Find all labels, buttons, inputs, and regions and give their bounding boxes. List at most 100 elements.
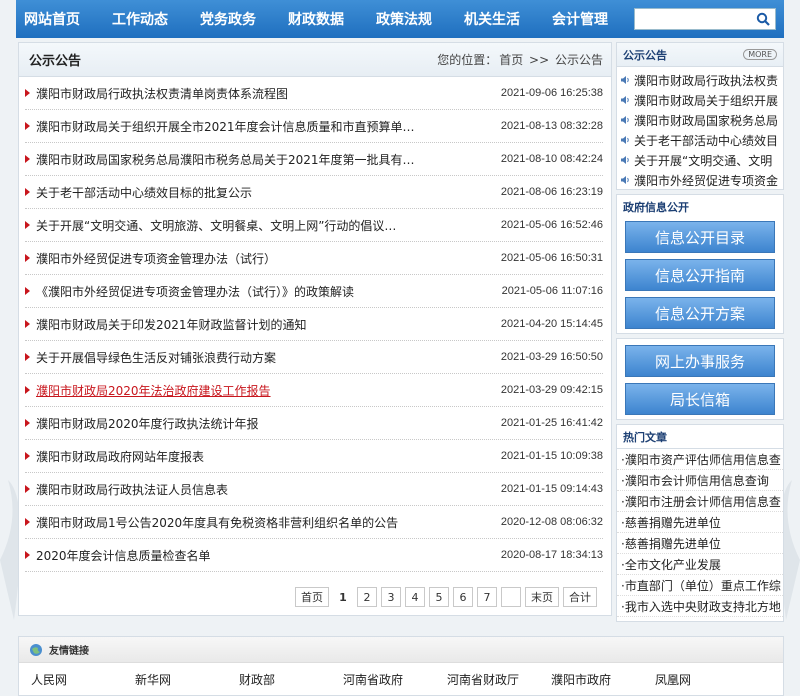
notice-item[interactable]: 关于开展“文明交通、文明	[621, 150, 779, 170]
list-item[interactable]: 濮阳市外经贸促进专项资金管理办法（试行） 2021-05-06 16:50:31	[25, 242, 603, 275]
hot-article-item[interactable]: ·濮阳市资产评估师信用信息查	[617, 449, 783, 470]
page-jump-input[interactable]	[501, 587, 521, 607]
nav-item[interactable]: 机关生活	[464, 9, 520, 29]
list-item-text[interactable]: 濮阳市财政局关于组织开展全市2021年度会计信息质量和市直预算单…	[36, 118, 415, 135]
hot-article-item[interactable]: ·慈善捐赠先进单位	[617, 512, 783, 533]
hot-article-item[interactable]: ·市直部门（单位）重点工作综	[617, 575, 783, 596]
service-button[interactable]: 局长信箱	[625, 383, 775, 415]
list-item[interactable]: 关于开展倡导绿色生活反对铺张浪费行动方案 2021-03-29 16:50:50	[25, 341, 603, 374]
page-number-button[interactable]: 2	[357, 587, 377, 607]
notice-item-label[interactable]: 濮阳市财政局国家税务总局	[634, 112, 778, 129]
list-item-text[interactable]: 濮阳市财政局1号公告2020年度具有免税资格非营利组织名单的公告	[36, 514, 398, 531]
friend-link[interactable]: 新华网	[135, 671, 239, 688]
nav-item[interactable]: 政策法规	[376, 9, 432, 29]
list-item[interactable]: 2020年度会计信息质量检查名单 2020-08-17 18:34:13	[25, 539, 603, 572]
list-item[interactable]: 濮阳市财政局2020年度行政执法统计年报 2021-01-25 16:41:42	[25, 407, 603, 440]
page-number-button[interactable]: 4	[405, 587, 425, 607]
list-item-title[interactable]: 濮阳市财政局国家税务总局濮阳市税务总局关于2021年度第一批具有…	[25, 151, 415, 168]
list-item-text[interactable]: 关于开展倡导绿色生活反对铺张浪费行动方案	[36, 349, 276, 366]
friend-link[interactable]: 濮阳市政府	[551, 671, 655, 688]
friend-link[interactable]: 凤凰网	[655, 671, 759, 688]
page-number-button[interactable]: 1	[333, 587, 353, 607]
notice-item[interactable]: 濮阳市财政局行政执法权责	[621, 70, 779, 90]
nav-item[interactable]: 会计管理	[552, 9, 608, 29]
list-item-text[interactable]: 濮阳市财政局2020年度行政执法统计年报	[36, 415, 259, 432]
notice-item[interactable]: 濮阳市财政局关于组织开展	[621, 90, 779, 110]
list-item-title[interactable]: 濮阳市财政局关于印发2021年财政监督计划的通知	[25, 316, 307, 333]
list-item[interactable]: 濮阳市财政局1号公告2020年度具有免税资格非营利组织名单的公告 2020-12-…	[25, 506, 603, 539]
page-number-button[interactable]: 5	[429, 587, 449, 607]
hot-article-item[interactable]: ·我市入选中央财政支持北方地	[617, 596, 783, 617]
page-number-button[interactable]: 7	[477, 587, 497, 607]
list-item-title[interactable]: 濮阳市财政局行政执法证人员信息表	[25, 481, 228, 498]
gov-info-button[interactable]: 信息公开指南	[625, 259, 775, 291]
list-item-title[interactable]: 关于开展倡导绿色生活反对铺张浪费行动方案	[25, 349, 276, 366]
list-item-text[interactable]: 濮阳市外经贸促进专项资金管理办法（试行）	[36, 250, 276, 267]
list-item-text[interactable]: 濮阳市财政局关于印发2021年财政监督计划的通知	[36, 316, 307, 333]
notice-item-label[interactable]: 关于老干部活动中心绩效目	[634, 132, 778, 149]
notice-item-label[interactable]: 关于开展“文明交通、文明	[634, 152, 772, 169]
list-item-title[interactable]: 濮阳市财政局2020年度行政执法统计年报	[25, 415, 259, 432]
nav-item[interactable]: 党务政务	[200, 9, 256, 29]
list-item-text[interactable]: 濮阳市财政局行政执法权责清单岗责体系流程图	[36, 85, 288, 102]
friend-link[interactable]: 河南省财政厅	[447, 671, 551, 688]
friend-link[interactable]: 河南省政府	[343, 671, 447, 688]
list-item-title[interactable]: 关于老干部活动中心绩效目标的批复公示	[25, 184, 252, 201]
friend-link[interactable]: 财政部	[239, 671, 343, 688]
breadcrumb-current[interactable]: 公示公告	[555, 53, 603, 67]
friend-link[interactable]: 人民网	[31, 671, 135, 688]
list-item-title[interactable]: 濮阳市外经贸促进专项资金管理办法（试行）	[25, 250, 276, 267]
more-button[interactable]: MORE	[743, 49, 777, 60]
notice-item[interactable]: 濮阳市财政局国家税务总局	[621, 110, 779, 130]
hot-article-item[interactable]: ·全市文化产业发展	[617, 554, 783, 575]
search-input[interactable]	[635, 9, 753, 29]
list-item-title[interactable]: 濮阳市财政局2020年法治政府建设工作报告	[25, 382, 271, 399]
gov-info-button[interactable]: 信息公开方案	[625, 297, 775, 329]
list-item[interactable]: 《濮阳市外经贸促进专项资金管理办法（试行）》的政策解读 2021-05-06 11…	[25, 275, 603, 308]
notice-item[interactable]: 濮阳市外经贸促进专项资金	[621, 170, 779, 190]
list-item-title[interactable]: 关于开展“文明交通、文明旅游、文明餐桌、文明上网”行动的倡议…	[25, 217, 396, 234]
nav-item[interactable]: 网站首页	[24, 9, 80, 29]
hot-article-item[interactable]: ·濮阳市会计师信用信息查询	[617, 470, 783, 491]
list-item-title[interactable]: 濮阳市财政局1号公告2020年度具有免税资格非营利组织名单的公告	[25, 514, 398, 531]
list-item[interactable]: 关于开展“文明交通、文明旅游、文明餐桌、文明上网”行动的倡议… 2021-05-0…	[25, 209, 603, 242]
page-number-button[interactable]: 3	[381, 587, 401, 607]
list-item[interactable]: 濮阳市财政局行政执法证人员信息表 2021-01-15 09:14:43	[25, 473, 603, 506]
gov-info-button[interactable]: 信息公开目录	[625, 221, 775, 253]
list-item-text[interactable]: 濮阳市财政局政府网站年度报表	[36, 448, 204, 465]
list-item[interactable]: 濮阳市财政局关于组织开展全市2021年度会计信息质量和市直预算单… 2021-08…	[25, 110, 603, 143]
list-item[interactable]: 濮阳市财政局2020年法治政府建设工作报告 2021-03-29 09:42:15	[25, 374, 603, 407]
notice-item-label[interactable]: 濮阳市财政局关于组织开展	[634, 92, 778, 109]
search-icon[interactable]	[753, 9, 773, 29]
list-item-text[interactable]: 关于开展“文明交通、文明旅游、文明餐桌、文明上网”行动的倡议…	[36, 217, 396, 234]
first-page-button[interactable]: 首页	[295, 587, 329, 607]
notice-item-label[interactable]: 濮阳市财政局行政执法权责	[634, 72, 778, 89]
notice-item-label[interactable]: 濮阳市外经贸促进专项资金	[634, 172, 778, 189]
last-page-button[interactable]: 末页	[525, 587, 559, 607]
list-item-title[interactable]: 《濮阳市外经贸促进专项资金管理办法（试行）》的政策解读	[25, 283, 354, 300]
list-item[interactable]: 濮阳市财政局政府网站年度报表 2021-01-15 10:09:38	[25, 440, 603, 473]
list-item-title[interactable]: 濮阳市财政局关于组织开展全市2021年度会计信息质量和市直预算单…	[25, 118, 415, 135]
hot-article-item[interactable]: ·濮阳市注册会计师信用信息查	[617, 491, 783, 512]
list-item-text[interactable]: 《濮阳市外经贸促进专项资金管理办法（试行）》的政策解读	[36, 283, 354, 300]
list-item-text[interactable]: 濮阳市财政局行政执法证人员信息表	[36, 481, 228, 498]
page-number-button[interactable]: 6	[453, 587, 473, 607]
nav-item[interactable]: 工作动态	[112, 9, 168, 29]
list-item-text[interactable]: 濮阳市财政局国家税务总局濮阳市税务总局关于2021年度第一批具有…	[36, 151, 415, 168]
list-item[interactable]: 濮阳市财政局行政执法权责清单岗责体系流程图 2021-09-06 16:25:38	[25, 77, 603, 110]
breadcrumb-home[interactable]: 首页	[499, 53, 523, 67]
list-item-title[interactable]: 2020年度会计信息质量检查名单	[25, 547, 211, 564]
list-item[interactable]: 濮阳市财政局关于印发2021年财政监督计划的通知 2021-04-20 15:14…	[25, 308, 603, 341]
list-item-title[interactable]: 濮阳市财政局政府网站年度报表	[25, 448, 204, 465]
hot-article-item[interactable]: ·慈善捐赠先进单位	[617, 533, 783, 554]
service-button[interactable]: 网上办事服务	[625, 345, 775, 377]
list-item[interactable]: 濮阳市财政局国家税务总局濮阳市税务总局关于2021年度第一批具有… 2021-08…	[25, 143, 603, 176]
list-item-title[interactable]: 濮阳市财政局行政执法权责清单岗责体系流程图	[25, 85, 288, 102]
list-item-text[interactable]: 濮阳市财政局2020年法治政府建设工作报告	[36, 382, 271, 399]
list-item-text[interactable]: 关于老干部活动中心绩效目标的批复公示	[36, 184, 252, 201]
notice-item[interactable]: 关于老干部活动中心绩效目	[621, 130, 779, 150]
list-item[interactable]: 关于老干部活动中心绩效目标的批复公示 2021-08-06 16:23:19	[25, 176, 603, 209]
nav-item[interactable]: 财政数据	[288, 9, 344, 29]
list-item-text[interactable]: 2020年度会计信息质量检查名单	[36, 547, 211, 564]
total-button[interactable]: 合计	[563, 587, 597, 607]
